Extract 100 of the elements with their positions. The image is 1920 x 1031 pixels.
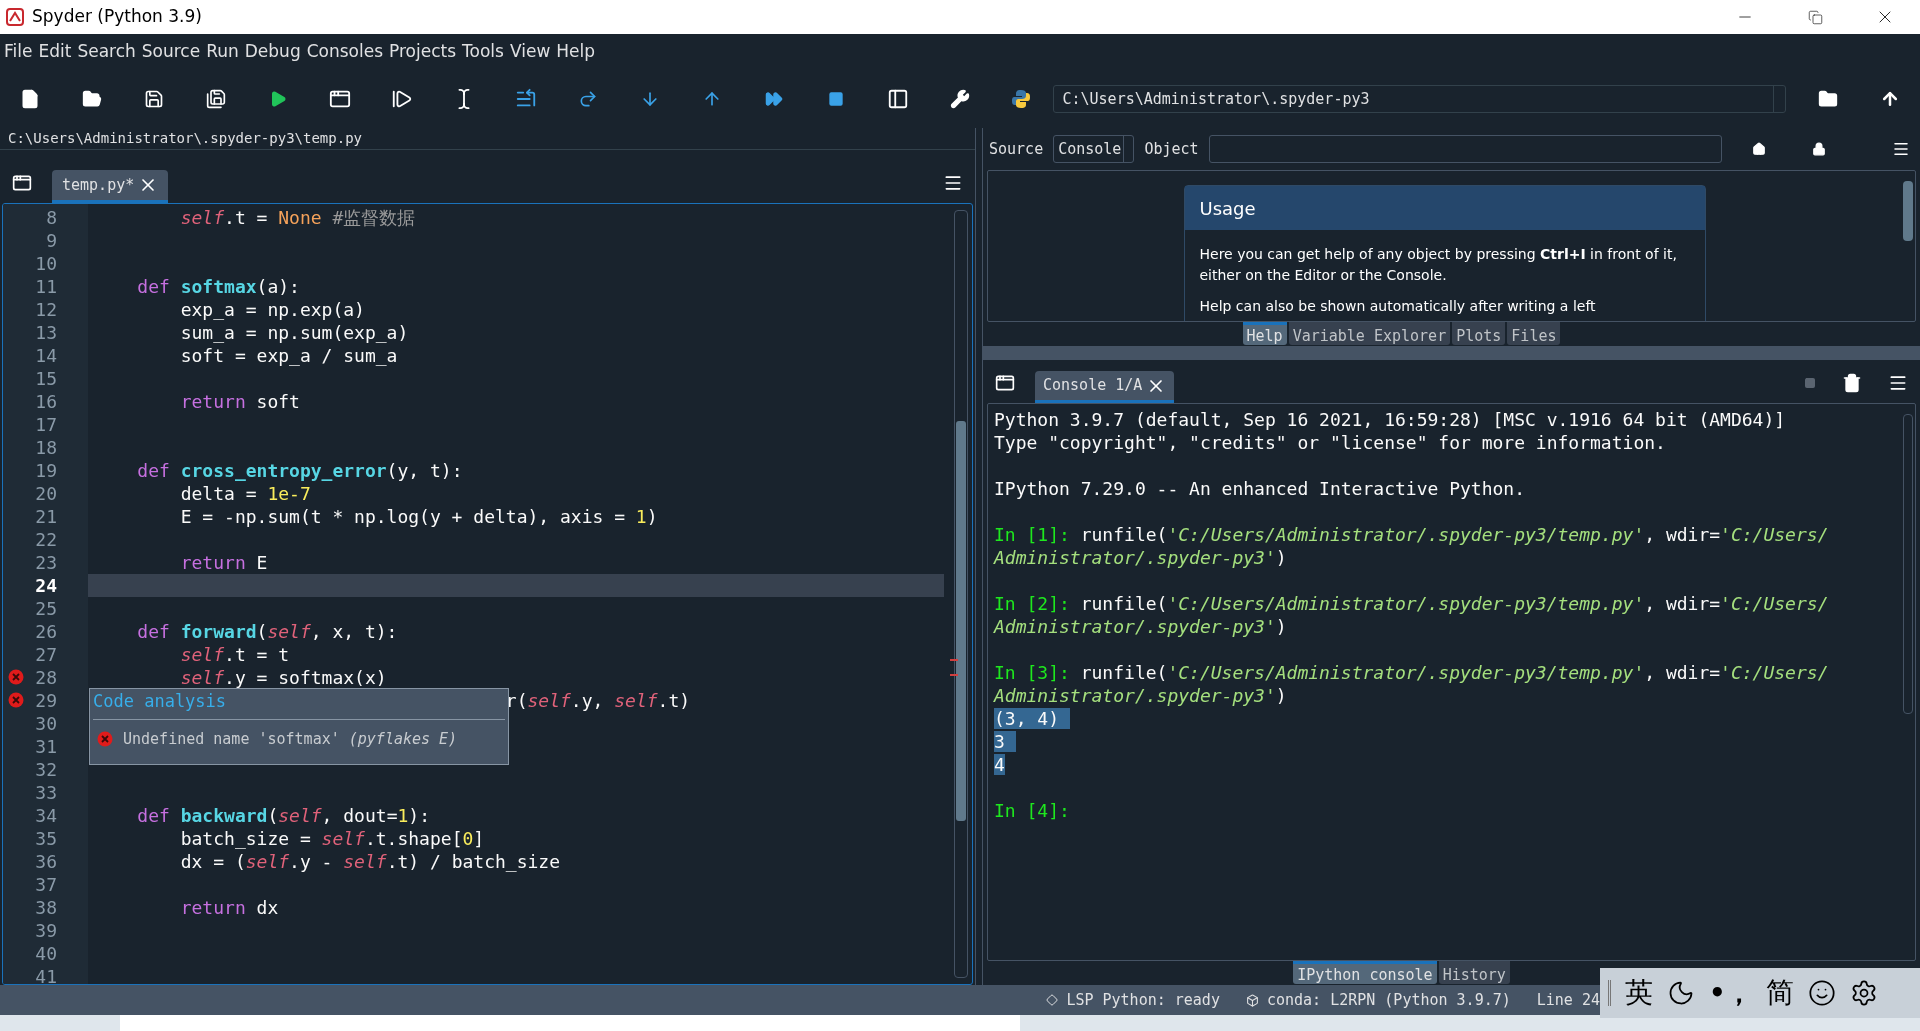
- ime-script[interactable]: 简: [1765, 972, 1794, 1014]
- file-path: C:\Users\Administrator\.spyder-py3\temp.py: [8, 129, 362, 148]
- line-number: 14: [34, 343, 57, 367]
- window-title: Spyder (Python 3.9): [32, 5, 202, 29]
- scrollbar[interactable]: [1903, 414, 1913, 714]
- trash-icon[interactable]: [1842, 373, 1862, 393]
- code-line: return dx: [179, 896, 279, 918]
- menu-item[interactable]: Source: [141, 39, 201, 65]
- code-line: return E: [179, 551, 268, 573]
- menu-item[interactable]: Projects: [389, 39, 457, 65]
- source-label: Source: [989, 138, 1044, 160]
- menu-item[interactable]: View: [509, 39, 551, 65]
- line-number: 35: [34, 826, 57, 850]
- line-number: 20: [34, 481, 57, 505]
- browse-tabs-icon[interactable]: [995, 373, 1015, 393]
- help-paragraph: Here you can get help of any object by pressing Ctrl+I in front of it, either on the Editor or the Console.: [1199, 245, 1678, 285]
- object-field[interactable]: [1208, 135, 1722, 163]
- line-number: 19: [34, 458, 57, 482]
- code-line: self.t = None #监督数据: [179, 206, 416, 228]
- lsp-status: LSP Python: ready: [1066, 989, 1220, 1011]
- line-number: 23: [34, 550, 57, 574]
- code-line: self.t = t: [179, 643, 290, 665]
- path-field[interactable]: C:\Users\Administrator\.spyder-py3: [1053, 85, 1786, 113]
- pane-tab[interactable]: Variable Explorer: [1288, 322, 1451, 345]
- conda-icon: [1245, 993, 1259, 1007]
- source-dropdown[interactable]: Console: [1053, 135, 1135, 163]
- code-line: exp_a = np.exp(a): [179, 298, 365, 320]
- console-line: In [1]: runfile('C:/Users/Administrator/.spyder-py3/temp.py', wdir='C:/Users/: [994, 524, 1829, 545]
- code-line: def forward(self, x, t):: [136, 620, 398, 642]
- moon-icon[interactable]: [1667, 979, 1695, 1007]
- line-number: 25: [34, 596, 57, 620]
- tooltip-message: Undefined name 'softmax' (pyflakes E): [123, 728, 458, 750]
- line-number: 17: [34, 412, 57, 436]
- code-line: soft = exp_a / sum_a: [179, 344, 398, 366]
- pane-tab[interactable]: Help: [1242, 322, 1287, 345]
- menu-item[interactable]: Edit: [38, 39, 72, 65]
- menu-icon[interactable]: [1888, 373, 1908, 393]
- pane-tab[interactable]: IPython console: [1293, 961, 1437, 984]
- line-number: 16: [34, 389, 57, 413]
- line-number: 27: [34, 642, 57, 666]
- pane-tab[interactable]: History: [1438, 961, 1510, 984]
- code-line: return soft: [179, 390, 300, 412]
- line-number: 41: [34, 964, 57, 984]
- console-line: Type "copyright", "credits" or "license" for more information.: [994, 432, 1666, 453]
- menu-item[interactable]: File: [4, 39, 33, 65]
- line-number: 37: [34, 872, 57, 896]
- line-number: 22: [34, 527, 57, 551]
- code-line: def softmax(a):: [136, 275, 300, 297]
- code-line: dx = (self.y - self.t) / batch_size: [179, 850, 560, 872]
- scrollbar-thumb[interactable]: [956, 420, 966, 821]
- line-number: 34: [34, 803, 57, 827]
- line-number: 8: [45, 205, 57, 229]
- menu-item[interactable]: Help: [556, 39, 596, 65]
- error-marker: [950, 673, 958, 676]
- menu-item[interactable]: Tools: [462, 39, 504, 65]
- menu-icon[interactable]: [1892, 140, 1910, 158]
- line-number: 15: [34, 366, 57, 390]
- smiley-icon[interactable]: [1807, 979, 1836, 1007]
- console-line: In [3]: runfile('C:/Users/Administrator/.spyder-py3/temp.py', wdir='C:/Users/: [994, 662, 1829, 683]
- line-number: 31: [34, 734, 57, 758]
- line-number: 18: [34, 435, 57, 459]
- lsp-icon: [1046, 994, 1059, 1006]
- line-number: 36: [34, 849, 57, 873]
- stop-icon[interactable]: [1804, 377, 1816, 389]
- menu-item[interactable]: Consoles: [306, 39, 384, 65]
- console-line: Administrator/.spyder-py3'): [994, 685, 1287, 706]
- pane-tab[interactable]: Plots: [1452, 322, 1506, 345]
- error-marker: [950, 658, 958, 661]
- line-number: 28: [34, 665, 57, 689]
- menu-item[interactable]: Debug: [244, 39, 301, 65]
- line-number: 32: [34, 757, 57, 781]
- console-line: In [2]: runfile('C:/Users/Administrator/.spyder-py3/temp.py', wdir='C:/Users/: [994, 593, 1829, 614]
- scrollbar[interactable]: [954, 209, 968, 978]
- editor-tab[interactable]: temp.py*: [52, 169, 169, 203]
- tooltip-title: Code analysis: [93, 689, 227, 713]
- code-line: E = -np.sum(t * np.log(y + delta), axis = 1): [179, 505, 658, 527]
- usage-title: Usage: [1199, 196, 1256, 221]
- conda-status: conda: L2RPN (Python 3.9.7): [1266, 989, 1511, 1011]
- console-line: Python 3.9.7 (default, Sep 16 2021, 16:59:28) [MSC v.1916 64 bit (AMD64)]: [994, 409, 1786, 430]
- console-tab[interactable]: Console 1/A: [1035, 371, 1175, 403]
- object-label: Object: [1144, 138, 1199, 160]
- line-number: 10: [34, 251, 57, 275]
- line-number: 26: [34, 619, 57, 643]
- line-number: 21: [34, 504, 57, 528]
- code-line: self.y = softmax(x): [179, 666, 387, 688]
- help-paragraph: Help can also be shown automatically after writing a left: [1199, 297, 1597, 316]
- lock-icon[interactable]: [1811, 142, 1826, 156]
- line-number: 38: [34, 895, 57, 919]
- line-number: 9: [45, 228, 57, 252]
- menu-item[interactable]: Search: [77, 39, 136, 65]
- pane-tab[interactable]: Files: [1507, 322, 1561, 345]
- console-line: Administrator/.spyder-py3'): [994, 616, 1287, 637]
- cursor-position: Line 24: [1536, 989, 1600, 1011]
- home-icon[interactable]: [1751, 142, 1766, 156]
- ime-punctuation[interactable]: •，: [1709, 973, 1752, 1013]
- console-line: Administrator/.spyder-py3'): [994, 547, 1287, 568]
- ime-language[interactable]: 英: [1625, 972, 1653, 1014]
- line-number: 33: [34, 780, 57, 804]
- scrollbar-thumb[interactable]: [1903, 181, 1913, 241]
- menu-item[interactable]: Run: [206, 39, 239, 65]
